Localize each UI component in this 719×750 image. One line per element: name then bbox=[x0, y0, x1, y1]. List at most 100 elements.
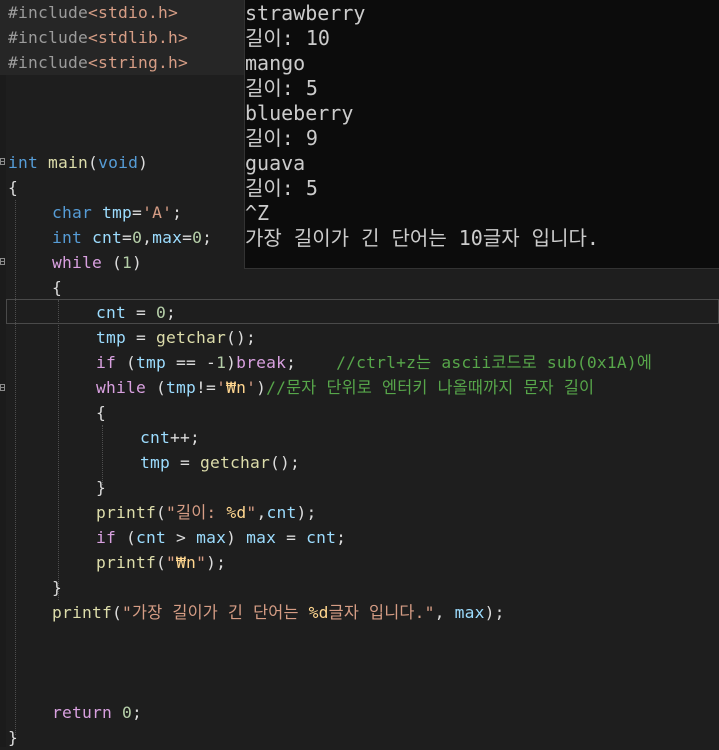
code-line[interactable]: tmp = getchar(); bbox=[140, 450, 300, 475]
code-line[interactable]: if (tmp == -1)break; //ctrl+z는 ascii코드로 … bbox=[96, 350, 652, 375]
console-line: blueberry bbox=[245, 101, 354, 125]
code-token: void bbox=[98, 153, 139, 172]
code-token: max bbox=[152, 228, 183, 247]
console-line: 길이: 5 bbox=[245, 76, 318, 100]
code-token: tmp bbox=[102, 203, 133, 222]
code-line[interactable]: int main(void) bbox=[8, 150, 148, 175]
code-token: } bbox=[96, 478, 107, 497]
code-token: cnt bbox=[266, 503, 297, 522]
code-line[interactable]: cnt++; bbox=[140, 425, 200, 450]
code-token: printf bbox=[96, 503, 157, 522]
code-line[interactable]: { bbox=[96, 400, 106, 425]
code-token: 0 bbox=[156, 303, 167, 322]
code-line[interactable]: while (1) bbox=[52, 250, 142, 275]
code-token: ( bbox=[112, 603, 123, 622]
code-token: = bbox=[126, 303, 157, 322]
code-token: = bbox=[182, 228, 193, 247]
code-token: max bbox=[454, 603, 485, 622]
code-line[interactable]: { bbox=[52, 275, 62, 300]
code-token: ( bbox=[102, 253, 123, 272]
code-token: = bbox=[126, 328, 157, 347]
code-line[interactable]: printf("가장 길이가 긴 단어는 %d글자 입니다.", max); bbox=[52, 600, 505, 625]
code-token: int bbox=[8, 153, 39, 172]
code-token: 글자 입니다." bbox=[328, 603, 435, 622]
code-line[interactable]: } bbox=[52, 575, 62, 600]
code-line[interactable]: } bbox=[8, 725, 18, 750]
console-line: 가장 길이가 긴 단어는 10글자 입니다. bbox=[245, 226, 599, 250]
code-token: } bbox=[52, 578, 63, 597]
code-token: cnt bbox=[306, 528, 337, 547]
code-line[interactable]: cnt = 0; bbox=[96, 300, 176, 325]
code-token: while bbox=[52, 253, 103, 272]
code-line[interactable]: int cnt=0,max=0; bbox=[52, 225, 212, 250]
code-token: " bbox=[166, 553, 177, 572]
code-token: tmp bbox=[96, 328, 127, 347]
code-token: , bbox=[256, 503, 267, 522]
code-token: return bbox=[52, 703, 113, 722]
code-line[interactable]: if (cnt > max) max = cnt; bbox=[96, 525, 346, 550]
code-token: "가장 길이가 긴 단어는 bbox=[122, 603, 309, 622]
code-token: "길이: bbox=[166, 503, 227, 522]
indent-guide bbox=[15, 200, 16, 735]
code-token: ' bbox=[246, 378, 257, 397]
console-line: 길이: 9 bbox=[245, 126, 318, 150]
code-token: , bbox=[142, 228, 153, 247]
code-line[interactable]: return 0; bbox=[52, 700, 142, 725]
code-line[interactable]: #include<string.h> bbox=[8, 50, 188, 75]
code-line[interactable]: printf("길이: %d",cnt); bbox=[96, 500, 316, 525]
code-token: != bbox=[196, 378, 217, 397]
code-token: #include bbox=[8, 3, 89, 22]
code-token: > bbox=[166, 528, 197, 547]
code-token: <stdio.h> bbox=[88, 3, 179, 22]
code-token: ) bbox=[138, 153, 149, 172]
code-token: cnt bbox=[140, 428, 171, 447]
code-token: <stdlib.h> bbox=[88, 28, 189, 47]
code-line[interactable]: { bbox=[8, 175, 18, 200]
fold-toggle-main-icon[interactable] bbox=[0, 158, 5, 165]
console-line: mango bbox=[245, 51, 306, 75]
console-window[interactable]: strawberry 길이: 10 mango 길이: 5 blueberry 길이: 9… bbox=[244, 0, 719, 269]
code-token: ; bbox=[336, 528, 347, 547]
code-line[interactable]: char tmp='A'; bbox=[52, 200, 182, 225]
code-token: cnt bbox=[92, 228, 123, 247]
code-token: 'A' bbox=[142, 203, 173, 222]
code-token: 0 bbox=[122, 703, 133, 722]
fold-toggle-inner-while-icon[interactable] bbox=[0, 384, 5, 391]
fold-toggle-while-icon[interactable] bbox=[0, 258, 5, 265]
code-token: (); bbox=[270, 453, 301, 472]
code-line[interactable]: } bbox=[96, 475, 106, 500]
code-token: %d bbox=[226, 503, 247, 522]
code-line[interactable]: tmp = getchar(); bbox=[96, 325, 256, 350]
code-token: <string.h> bbox=[88, 53, 189, 72]
code-token: = bbox=[132, 203, 143, 222]
code-token: ( bbox=[156, 553, 167, 572]
code-token: } bbox=[8, 728, 19, 747]
code-token: if bbox=[96, 528, 117, 547]
code-token: ( bbox=[88, 153, 99, 172]
code-token: ( bbox=[116, 528, 137, 547]
code-token: ₩n bbox=[226, 378, 247, 397]
code-token: while bbox=[96, 378, 147, 397]
code-token: ) bbox=[256, 378, 267, 397]
code-token: main bbox=[48, 153, 89, 172]
code-token: ( bbox=[146, 378, 167, 397]
code-token: ( bbox=[116, 353, 137, 372]
code-token: cnt bbox=[96, 303, 127, 322]
code-line[interactable]: #include<stdio.h> bbox=[8, 0, 178, 25]
code-line[interactable]: while (tmp!='₩n')//문자 단위로 엔터키 나올때까지 문자 길… bbox=[96, 375, 594, 400]
code-token: ); bbox=[296, 503, 317, 522]
code-token: { bbox=[8, 178, 19, 197]
code-token: == - bbox=[166, 353, 217, 372]
code-token: ); bbox=[206, 553, 227, 572]
code-token: %d bbox=[308, 603, 329, 622]
code-token: { bbox=[52, 278, 63, 297]
code-token: ( bbox=[156, 503, 167, 522]
code-token: ; bbox=[286, 353, 337, 372]
code-token: getchar bbox=[156, 328, 227, 347]
code-line[interactable]: printf("₩n"); bbox=[96, 550, 226, 575]
code-token: #include bbox=[8, 53, 89, 72]
code-token: //문자 단위로 엔터키 나올때까지 문자 길이 bbox=[266, 378, 595, 397]
code-token: = bbox=[276, 528, 307, 547]
code-line[interactable]: #include<stdlib.h> bbox=[8, 25, 188, 50]
